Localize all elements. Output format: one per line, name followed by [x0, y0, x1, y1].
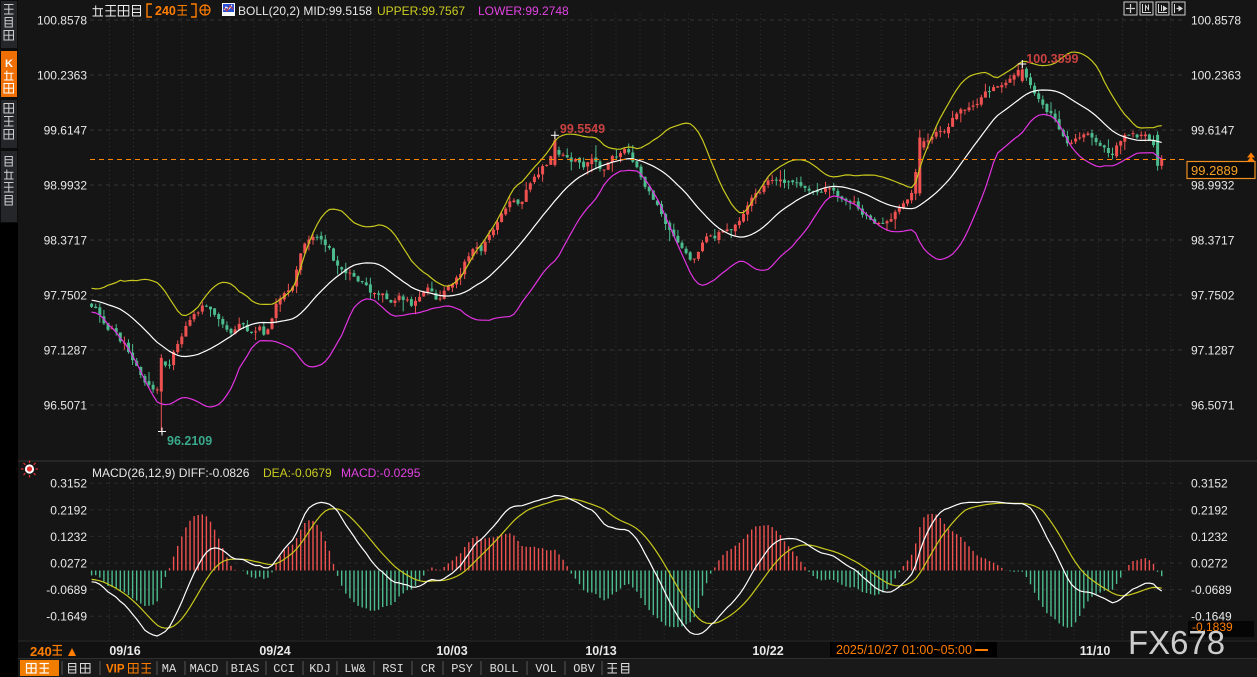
svg-text:10/03: 10/03 [436, 644, 467, 658]
svg-text:09/24: 09/24 [259, 644, 290, 658]
svg-text:2025/10/27 01:00~05:00: 2025/10/27 01:00~05:00 [836, 643, 972, 657]
svg-text:99.5549: 99.5549 [560, 122, 605, 136]
svg-text:KDJ: KDJ [309, 662, 331, 676]
svg-text:DEA:-0.0679: DEA:-0.0679 [263, 466, 332, 480]
svg-text:0.1232: 0.1232 [1191, 530, 1228, 544]
svg-text:0.2192: 0.2192 [50, 503, 87, 517]
svg-text:0.3152: 0.3152 [50, 477, 87, 491]
svg-text:97.1287: 97.1287 [1191, 344, 1235, 358]
svg-text:97.7502: 97.7502 [1191, 289, 1235, 303]
svg-text:100.8578: 100.8578 [1191, 14, 1241, 28]
svg-text:0.0272: 0.0272 [50, 557, 87, 571]
svg-text:98.3717: 98.3717 [44, 234, 88, 248]
svg-text:MA: MA [162, 662, 177, 676]
svg-text:VOL: VOL [535, 662, 557, 676]
svg-text:MACD: MACD [190, 662, 219, 676]
svg-text:CCI: CCI [273, 662, 295, 676]
svg-text:CR: CR [421, 662, 435, 676]
svg-text:240: 240 [30, 644, 52, 659]
svg-text:96.5071: 96.5071 [44, 399, 88, 413]
svg-text:99.2889: 99.2889 [1191, 163, 1238, 178]
svg-text:-0.0689: -0.0689 [1191, 583, 1232, 597]
svg-text:BIAS: BIAS [231, 662, 260, 676]
svg-text:99.6147: 99.6147 [44, 124, 88, 138]
svg-text:09/16: 09/16 [109, 644, 140, 658]
svg-text:11/10: 11/10 [1080, 644, 1111, 658]
svg-text:10/13: 10/13 [585, 644, 616, 658]
svg-text:98.3717: 98.3717 [1191, 234, 1235, 248]
svg-text:0.2192: 0.2192 [1191, 503, 1228, 517]
svg-text:100.2363: 100.2363 [37, 69, 87, 83]
svg-text:-0.1649: -0.1649 [46, 610, 87, 624]
svg-text:96.5071: 96.5071 [1191, 399, 1235, 413]
svg-text:240: 240 [155, 4, 176, 18]
svg-text:0.3152: 0.3152 [1191, 477, 1228, 491]
svg-text:MACD(26,12,9) DIFF:-0.0826: MACD(26,12,9) DIFF:-0.0826 [92, 466, 250, 480]
svg-text:97.1287: 97.1287 [44, 344, 88, 358]
svg-text:BOLL: BOLL [490, 662, 519, 676]
svg-text:0.1232: 0.1232 [50, 530, 87, 544]
svg-text:100.2363: 100.2363 [1191, 69, 1241, 83]
svg-text:96.2109: 96.2109 [167, 434, 212, 448]
svg-text:-0.0689: -0.0689 [46, 583, 87, 597]
svg-text:MACD:-0.0295: MACD:-0.0295 [341, 466, 421, 480]
svg-text:LOWER:99.2748: LOWER:99.2748 [478, 4, 569, 18]
svg-text:BOLL(20,2) MID:99.5158: BOLL(20,2) MID:99.5158 [238, 4, 372, 18]
svg-text:UPPER:99.7567: UPPER:99.7567 [377, 4, 465, 18]
svg-text:10/22: 10/22 [752, 644, 783, 658]
svg-text:VIP: VIP [106, 664, 125, 676]
svg-text:K: K [5, 58, 13, 70]
svg-text:0.0272: 0.0272 [1191, 557, 1228, 571]
svg-text:LW&: LW& [344, 662, 366, 676]
svg-text:OBV: OBV [573, 662, 595, 676]
svg-text:97.7502: 97.7502 [44, 289, 88, 303]
svg-text:98.9932: 98.9932 [44, 179, 88, 193]
svg-text:FX678: FX678 [1128, 625, 1225, 662]
svg-text:98.9932: 98.9932 [1191, 179, 1235, 193]
svg-text:100.8578: 100.8578 [37, 14, 87, 28]
svg-text:PSY: PSY [451, 662, 473, 676]
svg-text:100.3599: 100.3599 [1026, 52, 1078, 66]
svg-text:RSI: RSI [382, 662, 404, 676]
svg-text:99.6147: 99.6147 [1191, 124, 1235, 138]
